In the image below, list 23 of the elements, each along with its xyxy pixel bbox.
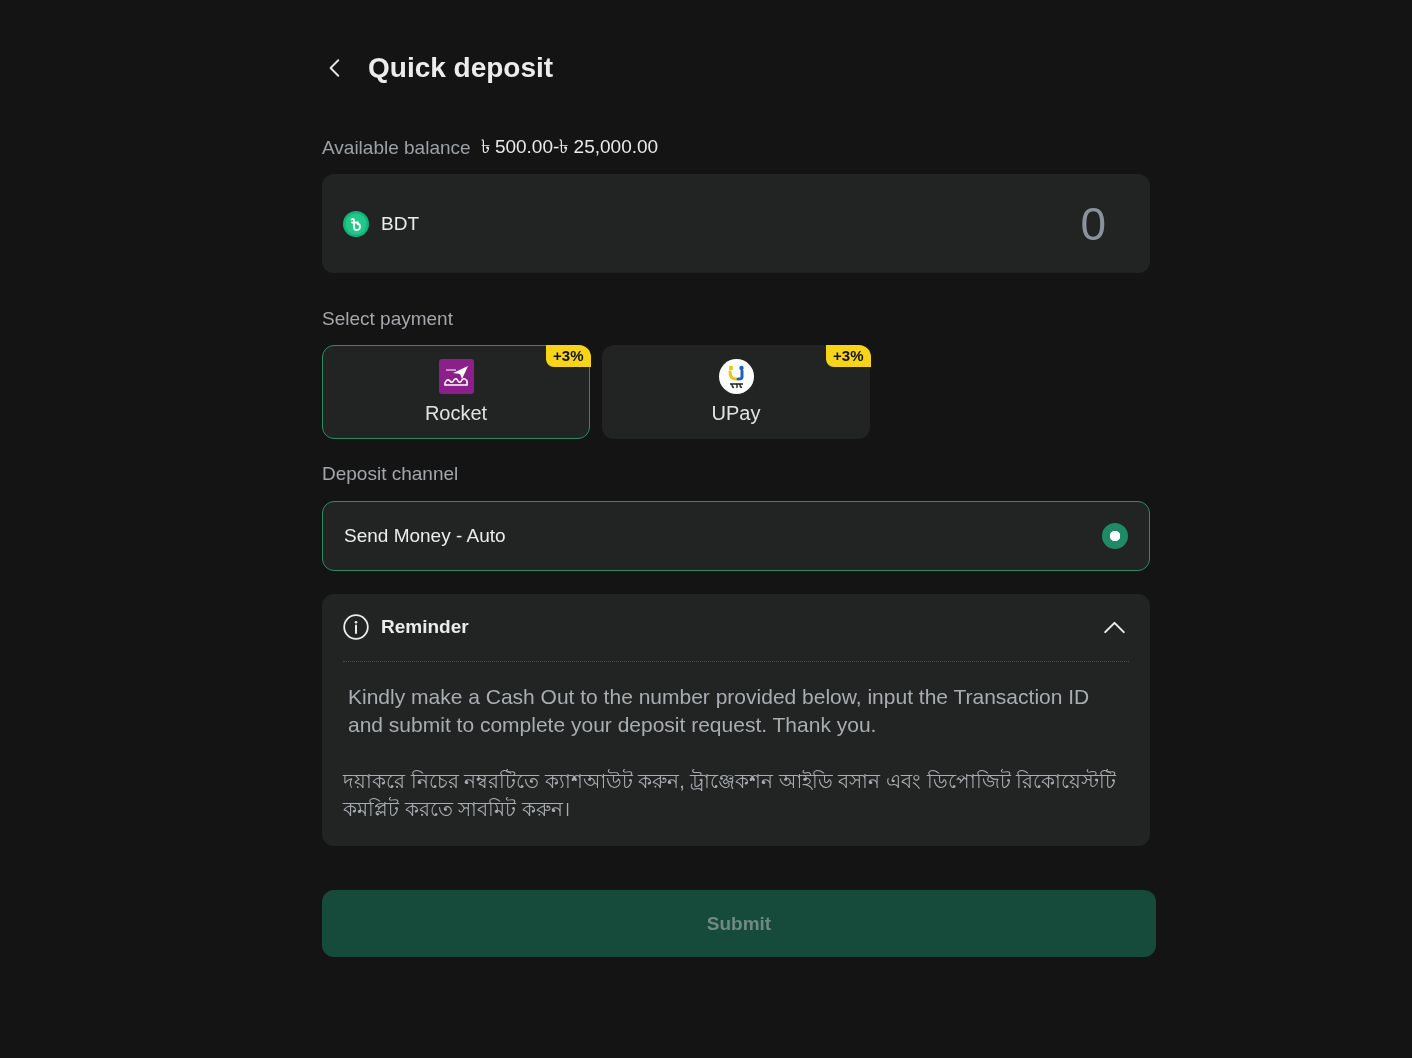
reminder-text: Kindly make a Cash Out to the number provided below, input the Transaction ID and submit to complete your deposit request. Thank you.	[347, 684, 1091, 738]
radio-icon[interactable]	[1102, 523, 1128, 549]
paper-plane-logo-icon	[438, 359, 474, 394]
bonus-badge: +3%	[546, 344, 591, 367]
balance-label: Available balance	[322, 137, 471, 159]
currency-label: BDT	[381, 212, 419, 235]
bonus-badge: +3%	[826, 344, 871, 367]
balance-value: ৳ 500.00-৳ 25,000.00	[480, 135, 659, 159]
u-logo-icon	[718, 359, 754, 394]
back-icon[interactable]	[328, 58, 340, 78]
section-label: Deposit channel	[322, 462, 459, 486]
section-label: Select payment	[322, 307, 453, 331]
coin-icon	[343, 210, 369, 237]
amount-field[interactable]: BDT 0	[322, 174, 1150, 273]
channel-option[interactable]: Send Money - Auto	[322, 501, 1150, 571]
chevron-icon[interactable]	[1103, 620, 1126, 634]
page-title: Quick deposit	[368, 51, 554, 85]
payment-method-card[interactable]: UPay +3%	[602, 345, 870, 439]
reminder-title: Reminder	[381, 616, 469, 638]
payment-method-card[interactable]: Rocket +3%	[322, 345, 590, 439]
info-icon	[343, 614, 369, 640]
amount-input[interactable]: 0	[439, 195, 1106, 252]
reminder-text: দয়াকরে নিচের নম্বরটিতে ক্যাশআউট করুন, ট্রাঞ্জেকশন আইডি বসান এবং ডিপোজিট রিকোয়েস্টটি কমপ্লিট করতে সাবমিট করুন।	[343, 768, 1118, 822]
